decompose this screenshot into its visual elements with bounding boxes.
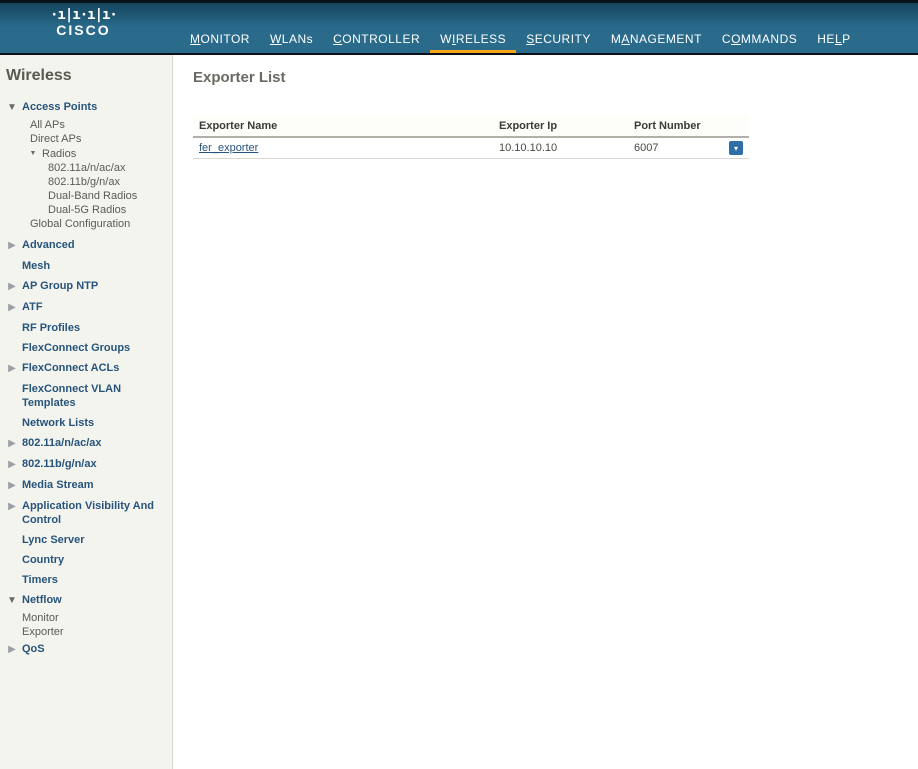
chevron-right-icon: ▶ — [6, 500, 18, 514]
caret-down-icon: ▼ — [28, 147, 38, 161]
chevron-right-icon: ▶ — [6, 458, 18, 472]
brand-text: CISCO — [50, 22, 117, 38]
sidebar-item-flexconnect-groups[interactable]: FlexConnect Groups — [0, 338, 172, 358]
col-exporter-name: Exporter Name — [193, 116, 493, 137]
sidebar-item-radio-a[interactable]: 802.11a/n/ac/ax — [48, 161, 172, 175]
nav-monitor[interactable]: MONITOR — [180, 24, 260, 53]
sidebar: Wireless ▼ Access Points All APs Direct … — [0, 55, 173, 769]
sidebar-item-global-config[interactable]: Global Configuration — [30, 217, 172, 231]
chevron-right-icon: ▶ — [6, 362, 18, 376]
col-actions — [723, 116, 749, 137]
sidebar-item-timers[interactable]: Timers — [0, 570, 172, 590]
chevron-right-icon: ▶ — [6, 437, 18, 451]
sidebar-item-atf[interactable]: ▶ ATF — [0, 297, 172, 318]
top-bar: ·ı|ı·ı|ı· CISCO MONITOR WLANs CONTROLLER… — [0, 0, 918, 55]
sidebar-item-radio-b[interactable]: 802.11b/g/n/ax — [48, 175, 172, 189]
sidebar-item-dual-5g[interactable]: Dual-5G Radios — [48, 203, 172, 217]
nav-help[interactable]: HELP — [807, 24, 860, 53]
sidebar-item-advanced[interactable]: ▶ Advanced — [0, 235, 172, 256]
table-row: fer_exporter 10.10.10.10 6007 ▾ — [193, 137, 749, 159]
chevron-down-icon: ▼ — [6, 101, 18, 115]
sidebar-item-lync[interactable]: Lync Server — [0, 530, 172, 550]
brand-logo: ·ı|ı·ı|ı· CISCO — [50, 8, 117, 38]
sidebar-item-80211b[interactable]: ▶ 802.11b/g/n/ax — [0, 454, 172, 475]
sidebar-item-dual-band[interactable]: Dual-Band Radios — [48, 189, 172, 203]
page-title: Exporter List — [193, 69, 898, 86]
row-menu-button[interactable]: ▾ — [729, 141, 743, 155]
sidebar-item-avc[interactable]: ▶ Application Visibility And Control — [0, 496, 172, 530]
sidebar-item-direct-aps[interactable]: Direct APs — [30, 132, 172, 146]
exporter-ip-cell: 10.10.10.10 — [493, 137, 628, 159]
chevron-right-icon: ▶ — [6, 239, 18, 253]
sidebar-item-all-aps[interactable]: All APs — [30, 118, 172, 132]
sidebar-title: Wireless — [0, 65, 172, 97]
chevron-down-icon: ▼ — [6, 594, 18, 608]
chevron-right-icon: ▶ — [6, 280, 18, 294]
col-port-number: Port Number — [628, 116, 723, 137]
sidebar-item-network-lists[interactable]: Network Lists — [0, 413, 172, 433]
nav-commands[interactable]: COMMANDS — [712, 24, 807, 53]
exporter-table: Exporter Name Exporter Ip Port Number fe… — [193, 116, 749, 159]
main-nav: MONITOR WLANs CONTROLLER WIRELESS SECURI… — [180, 24, 861, 53]
chevron-right-icon: ▶ — [6, 301, 18, 315]
sidebar-item-netflow-monitor[interactable]: Monitor — [22, 611, 172, 625]
nav-wireless[interactable]: WIRELESS — [430, 24, 516, 53]
sidebar-item-media-stream[interactable]: ▶ Media Stream — [0, 475, 172, 496]
sidebar-item-radios[interactable]: ▼ Radios — [0, 146, 172, 161]
sidebar-item-netflow-exporter[interactable]: Exporter — [22, 625, 172, 639]
sidebar-item-80211a[interactable]: ▶ 802.11a/n/ac/ax — [0, 433, 172, 454]
sidebar-item-mesh[interactable]: Mesh — [0, 256, 172, 276]
nav-management[interactable]: MANAGEMENT — [601, 24, 712, 53]
sidebar-item-netflow[interactable]: ▼ Netflow — [0, 590, 172, 611]
chevron-right-icon: ▶ — [6, 479, 18, 493]
chevron-right-icon: ▶ — [6, 643, 18, 657]
sidebar-item-flexconnect-vlan[interactable]: FlexConnect VLAN Templates — [0, 379, 172, 413]
nav-controller[interactable]: CONTROLLER — [323, 24, 430, 53]
sidebar-item-qos[interactable]: ▶ QoS — [0, 639, 172, 660]
cisco-bars-icon: ·ı|ı·ı|ı· — [50, 8, 117, 22]
sidebar-item-rf-profiles[interactable]: RF Profiles — [0, 318, 172, 338]
exporter-port-cell: 6007 — [628, 137, 723, 159]
dropdown-icon: ▾ — [734, 144, 738, 153]
nav-wlans[interactable]: WLANs — [260, 24, 323, 53]
sidebar-item-access-points[interactable]: ▼ Access Points — [0, 97, 172, 118]
nav-security[interactable]: SECURITY — [516, 24, 601, 53]
sidebar-item-country[interactable]: Country — [0, 550, 172, 570]
main-content: Exporter List Exporter Name Exporter Ip … — [173, 55, 918, 769]
exporter-link[interactable]: fer_exporter — [199, 142, 258, 154]
sidebar-item-ap-group-ntp[interactable]: ▶ AP Group NTP — [0, 276, 172, 297]
sidebar-item-flexconnect-acls[interactable]: ▶ FlexConnect ACLs — [0, 358, 172, 379]
col-exporter-ip: Exporter Ip — [493, 116, 628, 137]
